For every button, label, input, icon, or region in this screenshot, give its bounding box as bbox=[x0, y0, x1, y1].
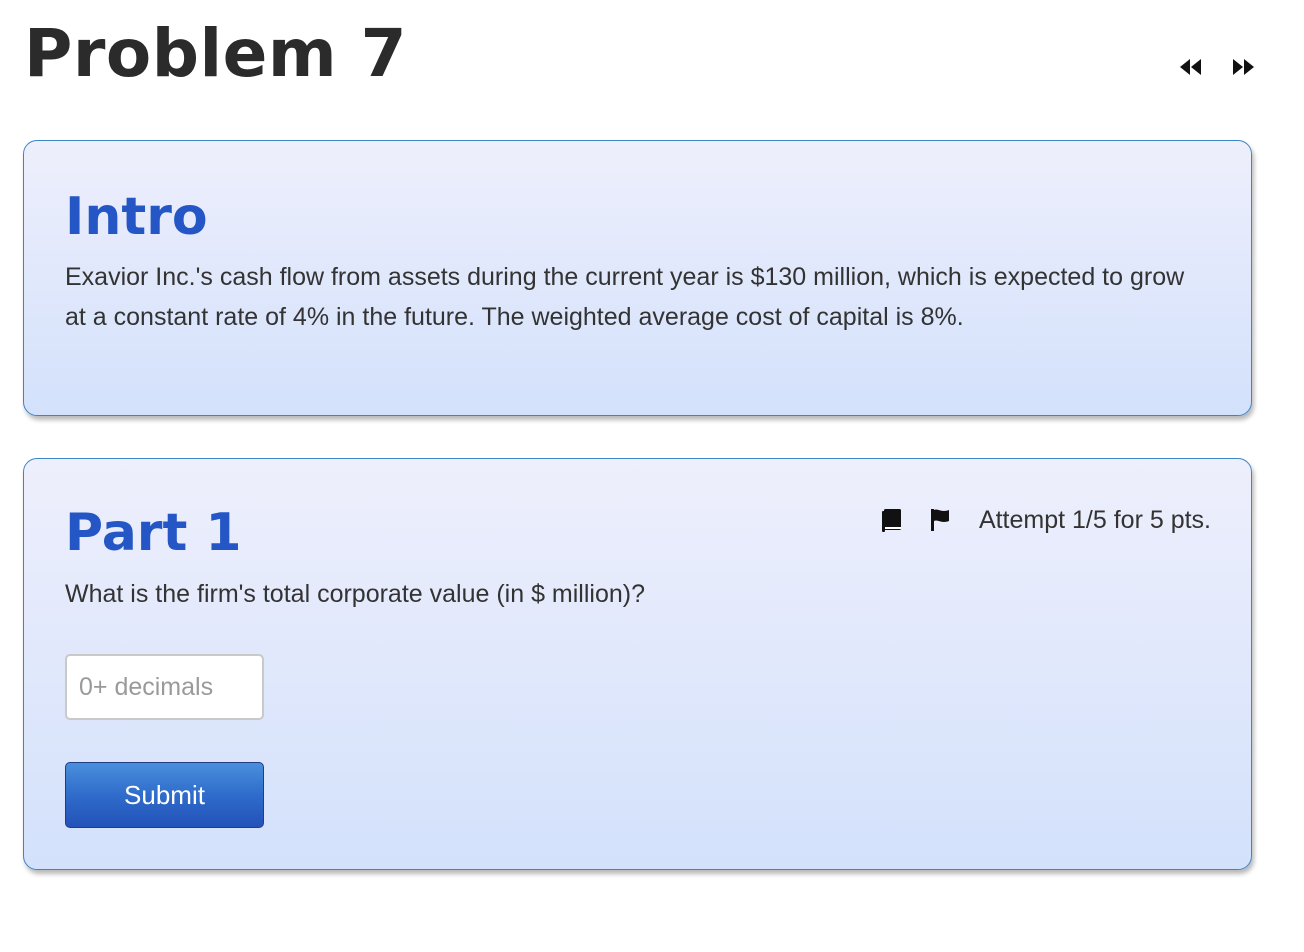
part-1-card: Part 1 Attempt 1/5 for 5 pts. What is th… bbox=[23, 458, 1252, 870]
answer-input[interactable] bbox=[65, 654, 264, 720]
double-chevron-left-icon bbox=[1180, 59, 1201, 75]
page-title: Problem 7 bbox=[24, 15, 408, 92]
previous-problem-button[interactable] bbox=[1176, 54, 1206, 80]
intro-text: Exavior Inc.'s cash flow from assets dur… bbox=[65, 263, 1185, 331]
submit-button[interactable]: Submit bbox=[65, 762, 264, 828]
intro-card: Intro Exavior Inc.'s cash flow from asse… bbox=[23, 140, 1252, 416]
part-1-tools: Attempt 1/5 for 5 pts. bbox=[881, 503, 1211, 537]
problem-navigation bbox=[1176, 54, 1258, 80]
flag-icon[interactable] bbox=[929, 508, 951, 532]
intro-heading: Intro bbox=[65, 187, 208, 247]
double-chevron-right-icon bbox=[1233, 59, 1254, 75]
attempt-status: Attempt 1/5 for 5 pts. bbox=[978, 505, 1211, 534]
page: Problem 7 Intro Exavior Inc.'s cash flow… bbox=[0, 0, 1304, 952]
question-text: What is the firm's total corporate value… bbox=[65, 580, 645, 608]
book-icon[interactable] bbox=[881, 508, 903, 532]
part-1-heading: Part 1 bbox=[65, 503, 242, 563]
next-problem-button[interactable] bbox=[1228, 54, 1258, 80]
